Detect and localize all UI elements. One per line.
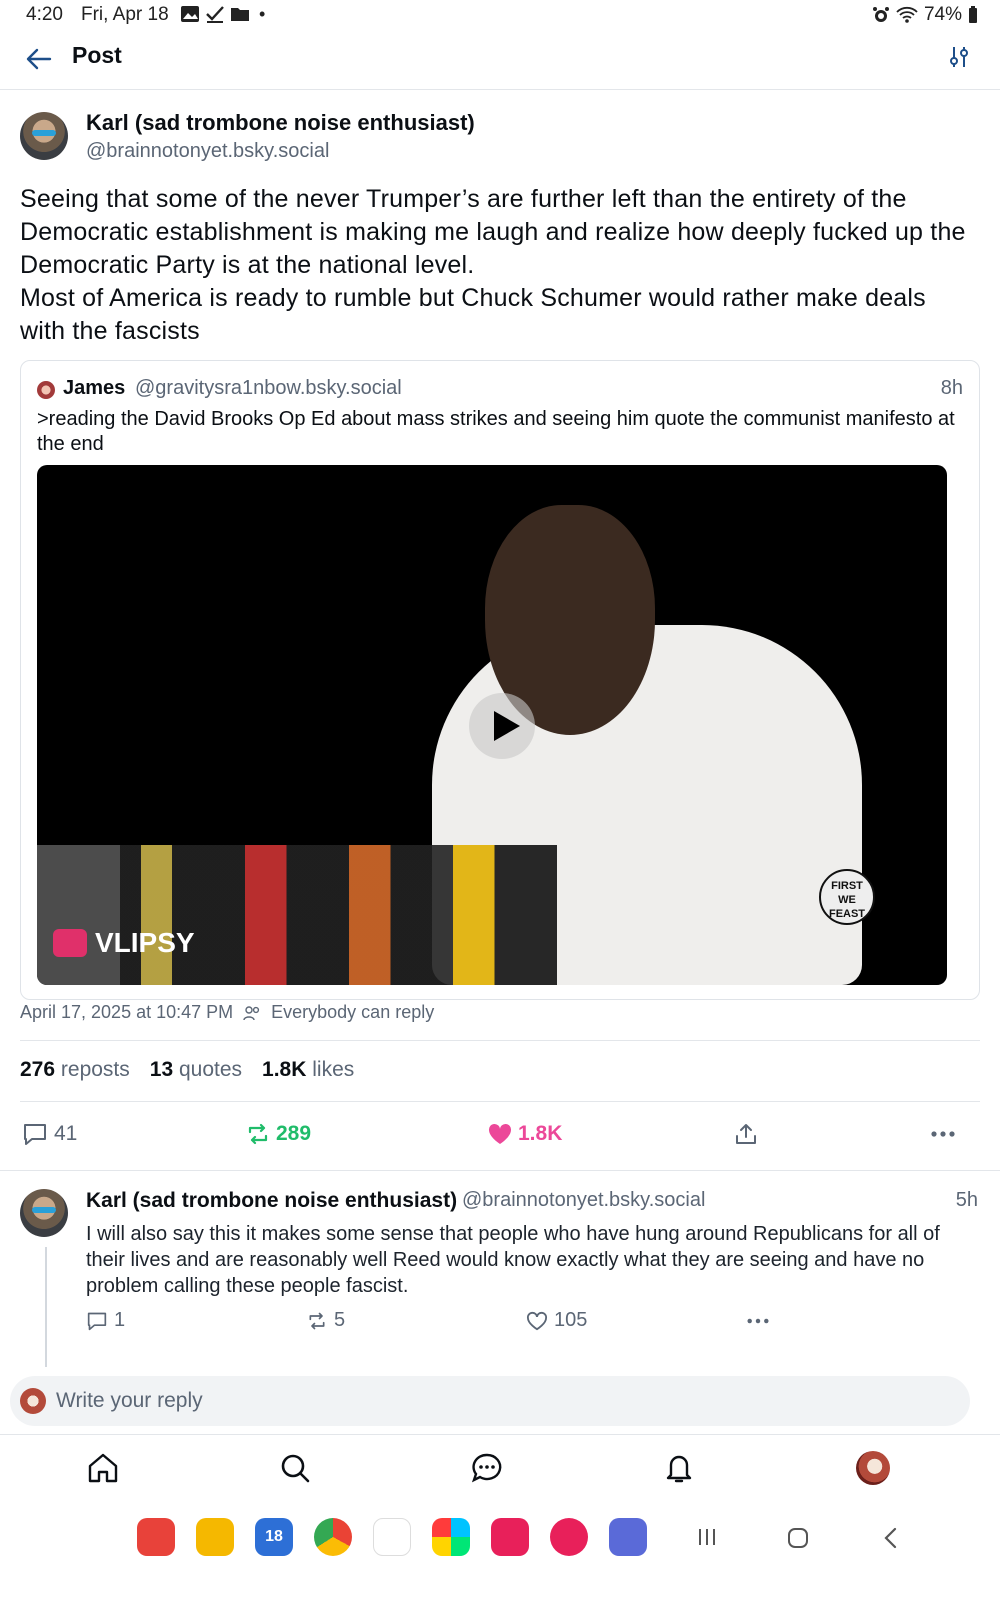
reply-setting: Everybody can reply [271,1002,435,1022]
reply-author-handle[interactable]: @brainnotonyet.bsky.social [462,1189,705,1212]
heart-filled-icon [488,1123,512,1144]
gmail-app-icon[interactable] [373,1518,411,1556]
reply-post[interactable]: Karl (sad trombone noise enthusiast) @br… [0,1170,1000,1367]
more-notifications-dot: • [259,4,266,24]
profile-avatar[interactable] [856,1451,890,1485]
top-header: Post [0,30,1000,90]
engagement-counts: 276 reposts 13 quotes 1.8K likes [20,1058,354,1082]
status-right: 74% [872,4,978,26]
reply-author-name[interactable]: Karl (sad trombone noise enthusiast) [86,1189,457,1213]
reply-icon [87,1312,107,1330]
video-channel-badge: FIRST WE FEAST [819,869,875,925]
check-notification-icon [206,6,224,23]
search-icon[interactable] [278,1451,312,1485]
reply-reply-button[interactable]: 1 [86,1309,125,1332]
files-app-icon[interactable] [196,1518,234,1556]
play-icon[interactable] [469,693,535,759]
notifications-icon[interactable] [662,1451,696,1485]
battery-icon [969,6,977,23]
post-timestamp: April 17, 2025 at 10:47 PM [20,1002,234,1022]
like-button[interactable]: 1.8K [488,1122,562,1146]
quote-author-handle: @gravitysra1nbow.bsky.social [135,377,402,399]
camera-app-icon[interactable] [491,1518,529,1556]
vlipsy-logo-icon [53,929,87,957]
video-embed[interactable]: VLIPSY FIRST WE FEAST [37,465,947,985]
back-arrow-icon[interactable] [24,44,54,74]
quotes-count-link[interactable]: 13 quotes [150,1058,242,1082]
system-navigation-bar: 18 [0,1506,1000,1600]
reply-like-button[interactable]: 105 [526,1309,587,1332]
reply-repost-button[interactable]: 5 [306,1309,345,1332]
chrome-app-icon[interactable] [314,1518,352,1556]
reposts-count-link[interactable]: 276 reposts [20,1058,130,1082]
repost-button[interactable]: 289 [246,1122,311,1146]
quote-author-name: James [63,377,126,399]
flower-app-icon[interactable] [550,1518,588,1556]
page-title: Post [72,42,122,68]
author-handle[interactable]: @brainnotonyet.bsky.social [86,140,329,163]
author-name[interactable]: Karl (sad trombone noise enthusiast) [86,110,475,136]
reply-button[interactable]: 41 [22,1122,77,1146]
bottom-tab-bar [0,1434,1000,1506]
post-text: Seeing that some of the never Trumper’s … [20,185,966,345]
status-bar: 4:20 Fri, Apr 18 • 74% [0,0,1000,30]
reply-author-avatar[interactable] [20,1189,68,1237]
recent-apps-icon[interactable] [696,1526,718,1548]
author-avatar[interactable] [20,112,68,160]
video-watermark: VLIPSY [53,927,195,959]
likes-count-link[interactable]: 1.8K likes [262,1058,354,1082]
home-button-icon[interactable] [786,1526,810,1550]
repost-icon [309,1312,325,1329]
status-time: 4:20 [26,4,63,25]
video-hot-sauce-bottles [37,845,557,985]
post-meta: April 17, 2025 at 10:47 PM Everybody can… [20,1002,434,1023]
reply-text: I will also say this it makes some sense… [86,1223,940,1297]
app-drawer-icon[interactable] [609,1518,647,1556]
quoted-post[interactable]: James @gravitysra1nbow.bsky.social 8h >r… [20,360,980,1000]
video-watermark-text: VLIPSY [95,927,195,958]
reply-reply-count: 1 [114,1309,126,1331]
reply-input-placeholder[interactable]: Write your reply [56,1389,203,1413]
status-date: Fri, Apr 18 [81,4,169,25]
gallery-notification-icon [181,6,199,22]
share-icon[interactable] [734,1122,758,1146]
thread-line [45,1247,47,1367]
repost-count: 289 [276,1122,312,1145]
folder-notification-icon [231,8,249,21]
divider [20,1101,980,1102]
quote-author-avatar [37,381,55,399]
play-store-app-icon[interactable] [432,1518,470,1556]
like-count: 1.8K [518,1122,563,1145]
reply-timestamp: 5h [955,1189,978,1211]
heart-outline-icon [527,1311,547,1330]
system-back-icon[interactable] [880,1526,902,1550]
battery-percent: 74% [923,4,962,25]
reply-icon [24,1124,46,1145]
repost-icon [248,1123,268,1145]
people-icon [243,1005,260,1020]
quote-timestamp: 8h [940,377,963,399]
reply-repost-count: 5 [334,1309,346,1331]
thread-settings-icon[interactable] [946,44,972,70]
chat-icon[interactable] [470,1451,504,1485]
home-icon[interactable] [86,1451,120,1485]
divider [20,1040,980,1041]
app-launcher-icon-1[interactable] [137,1518,175,1556]
my-avatar [20,1388,46,1414]
more-options-icon[interactable] [930,1130,956,1138]
post-actions: 41 289 1.8K [0,1118,1000,1154]
calendar-app-icon[interactable]: 18 [255,1518,293,1556]
quote-text: >reading the David Brooks Op Ed about ma… [37,408,955,455]
reply-composer[interactable]: Write your reply [10,1376,970,1426]
reply-count: 41 [54,1122,78,1145]
alarm-icon [872,7,889,22]
wifi-icon [896,6,918,23]
reply-like-count: 105 [554,1309,588,1331]
reply-more-options-icon[interactable] [746,1317,770,1325]
